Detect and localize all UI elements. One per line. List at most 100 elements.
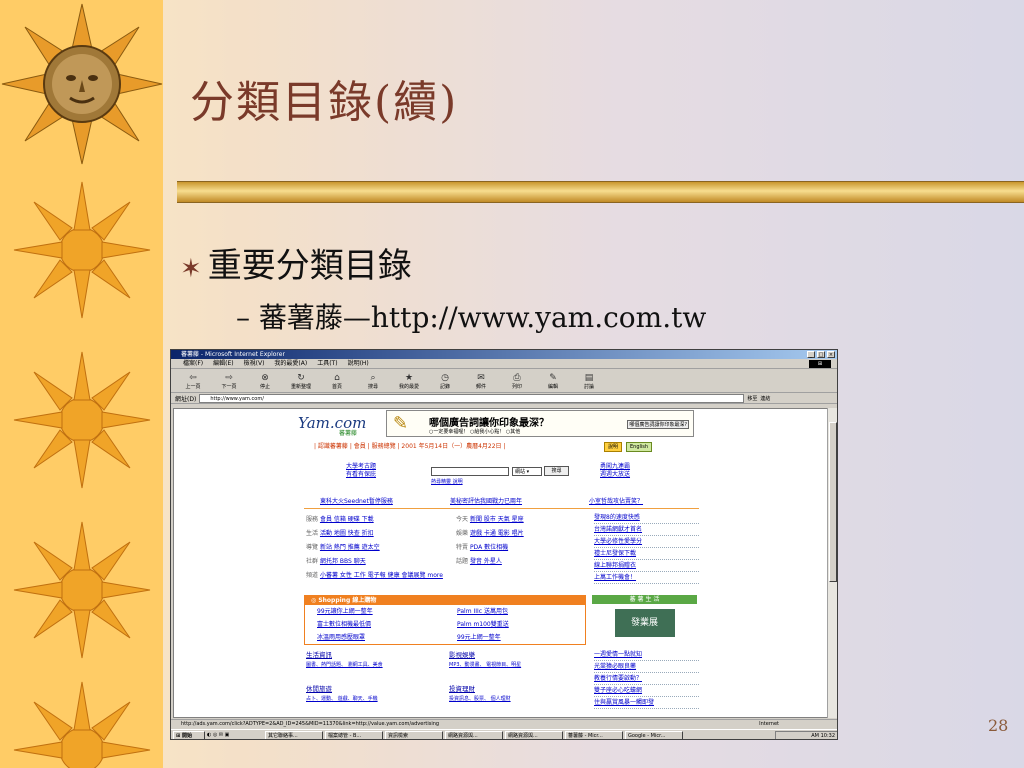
mid-links[interactable]: 遊戲 卡通 電影 唱片 <box>470 530 524 537</box>
list-item[interactable]: 雙子座必心吃蠔網 <box>594 685 699 697</box>
menu-tools[interactable]: 工具(T) <box>317 359 337 368</box>
taskbar-item[interactable]: 資訊檢索 <box>385 731 443 739</box>
list-item[interactable]: 發現8的速度快感 <box>594 512 699 524</box>
section-title[interactable]: 影視娛樂 <box>449 651 475 659</box>
start-button[interactable]: ⊞ 開始 <box>173 731 205 739</box>
list-item[interactable]: 一週愛情一點就知 <box>594 649 699 661</box>
go-button[interactable]: 移至 <box>747 395 757 402</box>
vertical-scrollbar[interactable] <box>827 408 837 718</box>
taskbar-item[interactable]: 檔案總管 - B... <box>325 731 383 739</box>
maximize-icon[interactable]: □ <box>817 351 825 358</box>
favorites-button[interactable]: ★ 我的最愛 <box>393 373 425 392</box>
address-input[interactable]: http://www.yam.com/ <box>199 393 745 403</box>
print-button[interactable]: ⎙ 列印 <box>501 373 533 392</box>
left-promo-1[interactable]: 大學考古題 <box>346 463 376 471</box>
list-item[interactable]: 大學必修性愛學分 <box>594 536 699 548</box>
mail-button[interactable]: ✉ 郵件 <box>465 373 497 392</box>
history-button[interactable]: ◷ 記錄 <box>429 373 461 392</box>
right-promo-1[interactable]: 勇闖九連霸 <box>600 463 630 471</box>
top-links[interactable]: | 認識蕃薯藤 | 會員 | 服務總覽 | 2001 年5月14日（一）農曆4月… <box>314 443 505 451</box>
cat-links[interactable]: 網托邦 BBS 聊天 <box>320 558 366 565</box>
forward-button[interactable]: ⇨ 下一頁 <box>213 373 245 392</box>
mid-label: 今天 <box>456 516 469 523</box>
headline-1[interactable]: 東科大火Seednet暫停服務 <box>320 498 393 506</box>
list-item[interactable]: 上萬工作機會！ <box>594 572 699 584</box>
windows-logo-icon: ⊞ <box>809 360 831 368</box>
close-icon[interactable]: × <box>827 351 835 358</box>
cat-links[interactable]: 小蕃薯 女性 工作 電子報 健康 會議展覽 more <box>320 572 443 579</box>
life-header[interactable]: 蕃 薯 生 活 <box>592 595 697 604</box>
right-promo-2[interactable]: 週週大放送 <box>600 471 630 479</box>
shop-item[interactable]: Palm IIIc 送萬用包 <box>457 608 508 616</box>
list-item[interactable]: 教養行情要啟動？ <box>594 673 699 685</box>
cat-links[interactable]: 新站 熱門 推薦 遊太空 <box>320 544 380 551</box>
cat-links[interactable]: 活動 地圖 快查 折扣 <box>320 530 374 537</box>
life-banner[interactable]: 發業展 <box>614 609 675 637</box>
menu-help[interactable]: 說明(H) <box>348 359 369 368</box>
yam-logo[interactable]: Yam.com <box>298 415 366 431</box>
edit-button[interactable]: ✎ 編輯 <box>537 373 569 392</box>
discuss-button[interactable]: ▤ 討論 <box>573 373 605 392</box>
section-links[interactable]: MP3、動漫畫、 電視節目、明星 <box>449 661 521 669</box>
menu-file[interactable]: 檔案(F) <box>183 359 203 368</box>
section-links[interactable]: 投資訊息、股票、 個人理財 <box>449 695 511 703</box>
ad-question-box[interactable]: 哪個廣告詞讓你印象最深? <box>627 420 689 429</box>
menu-view[interactable]: 檢視(V) <box>244 359 265 368</box>
edit-label: 編輯 <box>547 384 558 390</box>
list-item[interactable]: 光棠猿必眼良藥 <box>594 661 699 673</box>
menu-edit[interactable]: 編輯(E) <box>213 359 233 368</box>
left-promo-2[interactable]: 有看有保庇 <box>346 471 376 479</box>
list-item[interactable]: 台灣諾網獻才首名 <box>594 524 699 536</box>
status-zone: Internet <box>759 721 779 727</box>
links-button[interactable]: 連結 <box>760 395 770 402</box>
search-submit-button[interactable]: 搜尋 <box>544 466 569 476</box>
taskbar-item[interactable]: Google - Micr... <box>625 731 683 739</box>
shop-item[interactable]: 富士數位相機最低價 <box>317 621 371 629</box>
ad-options[interactable]: ○一定要幸福喔！ ○給我小心點！ ○其他 <box>429 428 520 435</box>
section-title[interactable]: 休閒旅遊 <box>306 685 332 693</box>
mid-links[interactable]: 新聞 股市 天氣 星座 <box>470 516 524 523</box>
cat-links[interactable]: 會員 信箱 硬碟 下載 <box>320 516 374 523</box>
mid-links[interactable]: PDA 數位相機 <box>470 544 508 551</box>
home-button[interactable]: ⌂ 首頁 <box>321 373 353 392</box>
search-button[interactable]: ⌕ 搜尋 <box>357 373 389 392</box>
headline-3[interactable]: 小室哲哉攻佔賣笑？ <box>589 498 643 506</box>
shopping-header[interactable]: ◎ Shopping 線上購物 <box>305 596 585 605</box>
section-links[interactable]: 占卜、運動、 遊戲、聊天、手機 <box>306 695 378 703</box>
taskbar-item[interactable]: 其它聯絡事... <box>265 731 323 739</box>
section-title[interactable]: 投資理財 <box>449 685 475 693</box>
mid-label: 話題 <box>456 558 469 565</box>
menu-favorites[interactable]: 我的最愛(A) <box>274 359 307 368</box>
refresh-button[interactable]: ↻ 重新整理 <box>285 373 317 392</box>
taskbar-item[interactable]: 蕃薯藤 - Micr... <box>565 731 623 739</box>
taskbar-item[interactable]: 網路資源與... <box>445 731 503 739</box>
shop-item[interactable]: 99元上網一整年 <box>457 634 501 642</box>
list-item[interactable]: 線上聯邦捐贈衣 <box>594 560 699 572</box>
back-arrow-icon: ⇦ <box>189 373 197 383</box>
ad-banner[interactable]: ✎ 哪個廣告詞讓你印象最深？ ○一定要幸福喔！ ○給我小心點！ ○其他 哪個廣告… <box>386 410 694 437</box>
stop-button[interactable]: ⊗ 停止 <box>249 373 281 392</box>
shop-item[interactable]: 冰溫雨用感壓眼罩 <box>317 634 365 642</box>
search-input[interactable] <box>431 467 509 476</box>
mail-icon: ✉ <box>477 373 485 383</box>
taskbar-item[interactable]: 網路資源與... <box>505 731 563 739</box>
list-item[interactable]: 禮士尼發保下載 <box>594 548 699 560</box>
start-label: 開始 <box>181 733 192 739</box>
english-badge[interactable]: English <box>626 442 653 452</box>
shop-item[interactable]: Palm m100雙重送 <box>457 621 509 629</box>
section-links[interactable]: 圖書、熱門話題、 瀏網工具、美食 <box>306 661 383 669</box>
headline-2[interactable]: 美秘密評估我國戰力已兩年 <box>450 498 522 506</box>
list-item[interactable]: 住與贏賞風暴一觸即發 <box>594 697 699 709</box>
search-icon: ⌕ <box>370 373 376 383</box>
shop-item[interactable]: 99元讓你上網一整年 <box>317 608 373 616</box>
search-scope-select[interactable]: 網站 ▾ <box>512 467 542 476</box>
search-label: 搜尋 <box>367 384 378 390</box>
scrollbar-thumb[interactable] <box>829 422 837 582</box>
section-title[interactable]: 生活資訊 <box>306 651 332 659</box>
quick-launch[interactable]: ◐ ◎ ✉ ▣ <box>207 731 263 739</box>
search-help-links[interactable]: 熱尋精靈 說明 <box>431 478 463 486</box>
help-badge[interactable]: 說明 <box>604 442 623 452</box>
minimize-icon[interactable]: _ <box>807 351 815 358</box>
mid-links[interactable]: 發音 外星人 <box>470 558 502 565</box>
back-button[interactable]: ⇦ 上一頁 <box>177 373 209 392</box>
